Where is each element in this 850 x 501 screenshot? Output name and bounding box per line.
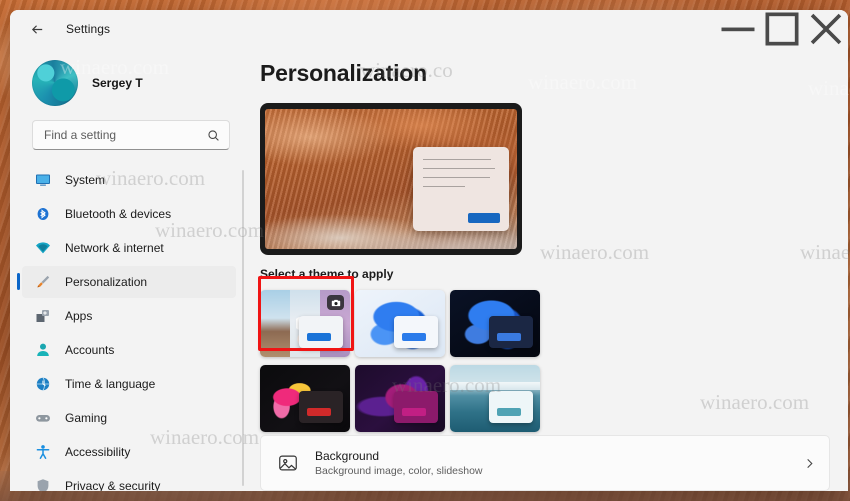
background-card-subtitle: Background image, color, slideshow (315, 465, 483, 477)
sidebar-nav: System Bluetooth & devices Network & int… (10, 164, 248, 491)
sidebar-item-bluetooth-devices[interactable]: Bluetooth & devices (22, 198, 236, 230)
sidebar-item-label: Gaming (65, 411, 108, 425)
search-icon (208, 129, 219, 141)
accessibility-icon (34, 443, 52, 461)
theme-accent-button (307, 333, 331, 341)
sidebar-item-label: Bluetooth & devices (65, 207, 172, 221)
main-content: Personalization Select a theme to apply (248, 48, 848, 491)
search-box[interactable] (32, 120, 230, 150)
mock-text-line (423, 177, 490, 178)
settings-window: Settings Sergey T Find a setting System … (10, 10, 848, 491)
camera-icon (327, 295, 344, 310)
sidebar-item-privacy-security[interactable]: Privacy & security (22, 470, 236, 491)
maximize-icon (765, 12, 799, 46)
theme-accent-button (497, 333, 521, 341)
close-icon (810, 13, 842, 45)
monitor-icon (34, 171, 52, 189)
close-button[interactable] (804, 10, 848, 48)
sidebar-item-apps[interactable]: Apps (22, 300, 236, 332)
theme-accent-button (402, 408, 426, 416)
section-label: Select a theme to apply (260, 267, 394, 281)
chevron-right-icon (807, 458, 813, 468)
bluetooth-icon (34, 205, 52, 223)
background-card-text: Background Background image, color, slid… (315, 449, 804, 477)
sidebar-item-label: Accessibility (65, 445, 131, 459)
paintbrush-icon (34, 273, 52, 291)
window-body: Sergey T System (10, 48, 848, 491)
theme-accent-button (402, 333, 426, 341)
window-title: Settings (66, 22, 111, 36)
sidebar-item-network-internet[interactable]: Network & internet (22, 232, 236, 264)
sidebar: Sergey T System (10, 48, 248, 491)
back-button[interactable] (22, 14, 52, 44)
sidebar-scrollbar[interactable] (242, 170, 244, 486)
sidebar-item-system[interactable]: System (22, 164, 236, 196)
theme-mock-window (299, 391, 343, 423)
preview-mock-window (413, 147, 509, 231)
background-setting-row[interactable]: Background Background image, color, slid… (260, 435, 830, 491)
sidebar-item-label: Privacy & security (65, 479, 161, 491)
sidebar-item-label: Apps (65, 309, 93, 323)
monitor-screen (265, 109, 517, 249)
avatar (32, 60, 78, 106)
page-title: Personalization (260, 60, 427, 86)
apps-icon (34, 307, 52, 325)
window-titlebar: Settings (10, 10, 848, 48)
mock-text-line (423, 159, 492, 160)
minimize-icon (721, 27, 755, 32)
sidebar-item-label: Time & language (65, 377, 156, 391)
theme-mock-window (394, 316, 438, 348)
theme-tile-flow[interactable] (260, 365, 350, 432)
account-icon (34, 341, 52, 359)
gamepad-icon (34, 409, 52, 427)
theme-mock-window (489, 316, 533, 348)
theme-strip (260, 290, 290, 357)
theme-mock-window (299, 316, 343, 348)
theme-grid (260, 290, 540, 432)
search-input[interactable] (44, 128, 207, 142)
theme-mock-window (489, 391, 533, 423)
sidebar-item-gaming[interactable]: Gaming (22, 402, 236, 434)
mock-accent-button (468, 213, 500, 223)
theme-tile-glow[interactable] (355, 365, 445, 432)
theme-tile-captured-motion[interactable] (450, 365, 540, 432)
sidebar-item-accounts[interactable]: Accounts (22, 334, 236, 366)
theme-accent-button (307, 408, 331, 416)
back-arrow-icon (31, 24, 42, 34)
theme-preview-monitor (260, 103, 522, 255)
clock-globe-icon (34, 375, 52, 393)
theme-tile-windows-light[interactable] (355, 290, 445, 357)
sidebar-item-accessibility[interactable]: Accessibility (22, 436, 236, 468)
shield-icon (34, 477, 52, 491)
sidebar-item-label: Network & internet (65, 241, 164, 255)
mock-text-line (423, 186, 465, 187)
sidebar-item-label: System (65, 173, 106, 187)
theme-tile-windows-dark[interactable] (450, 290, 540, 357)
image-icon (279, 455, 297, 471)
sidebar-item-label: Personalization (65, 275, 148, 289)
background-card-title: Background (315, 449, 380, 463)
theme-mock-window (394, 391, 438, 423)
search-wrapper (10, 120, 248, 150)
sidebar-item-label: Accounts (65, 343, 115, 357)
window-controls (716, 10, 848, 48)
sidebar-item-time-language[interactable]: Time & language (22, 368, 236, 400)
minimize-button[interactable] (716, 10, 760, 48)
mock-text-line (423, 168, 496, 169)
theme-tile-windows-spotlight[interactable] (260, 290, 350, 357)
profile-name: Sergey T (92, 76, 143, 90)
sidebar-item-personalization[interactable]: Personalization (17, 266, 236, 298)
wifi-icon (34, 239, 52, 257)
maximize-button[interactable] (760, 10, 804, 48)
user-profile[interactable]: Sergey T (10, 48, 248, 120)
theme-accent-button (497, 408, 521, 416)
